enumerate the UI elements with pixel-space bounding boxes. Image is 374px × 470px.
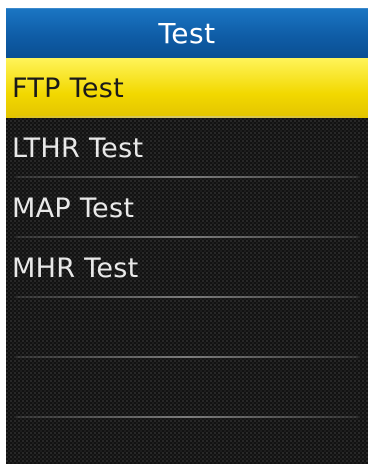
page-title: Test bbox=[158, 16, 216, 50]
menu-item-lthr-test[interactable]: LTHR Test bbox=[6, 118, 368, 178]
menu-item-label: LTHR Test bbox=[12, 132, 144, 164]
menu-item-empty bbox=[6, 418, 368, 464]
menu-item-map-test[interactable]: MAP Test bbox=[6, 178, 368, 238]
menu-item-mhr-test[interactable]: MHR Test bbox=[6, 238, 368, 298]
device-frame: Test FTP Test LTHR Test MAP Test MHR Tes… bbox=[0, 0, 374, 470]
test-menu: FTP Test LTHR Test MAP Test MHR Test bbox=[6, 58, 368, 464]
menu-item-label: MAP Test bbox=[12, 192, 135, 224]
menu-item-label: MHR Test bbox=[12, 252, 139, 284]
menu-item-ftp-test[interactable]: FTP Test bbox=[6, 58, 368, 118]
menu-item-empty bbox=[6, 298, 368, 358]
screen-header: Test bbox=[6, 8, 368, 58]
menu-item-empty bbox=[6, 358, 368, 418]
device-screen: Test FTP Test LTHR Test MAP Test MHR Tes… bbox=[6, 8, 368, 464]
menu-item-label: FTP Test bbox=[12, 72, 124, 104]
